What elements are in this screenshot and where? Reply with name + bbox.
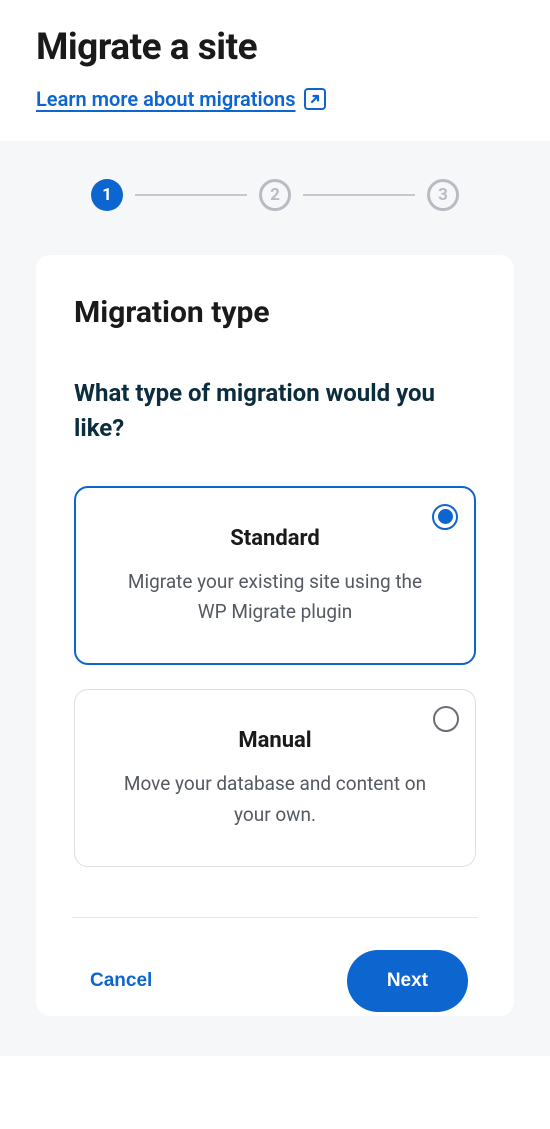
radio-indicator	[432, 504, 458, 530]
option-manual[interactable]: Manual Move your database and content on…	[74, 689, 476, 867]
migration-card: Migration type What type of migration wo…	[36, 255, 514, 1016]
header: Migrate a site Learn more about migratio…	[0, 0, 550, 141]
stepper-connector	[135, 194, 247, 196]
option-title: Manual	[111, 728, 439, 753]
card-title: Migration type	[74, 295, 476, 330]
step-1: 1	[91, 179, 123, 211]
option-desc: Migrate your existing site using the WP …	[112, 567, 438, 628]
stepper-connector	[303, 194, 415, 196]
option-title: Standard	[112, 526, 438, 551]
card-question: What type of migration would you like?	[74, 376, 476, 446]
radio-indicator	[433, 706, 459, 732]
step-3: 3	[427, 179, 459, 211]
next-button[interactable]: Next	[347, 950, 468, 1012]
step-2: 2	[259, 179, 291, 211]
card-footer: Cancel Next	[72, 917, 478, 1016]
content-area: 1 2 3 Migration type What type of migrat…	[0, 141, 550, 1056]
external-link-icon	[304, 88, 326, 110]
option-desc: Move your database and content on your o…	[111, 769, 439, 830]
learn-more-text: Learn more about migrations	[36, 87, 296, 111]
learn-more-link[interactable]: Learn more about migrations	[36, 87, 326, 111]
stepper: 1 2 3	[36, 179, 514, 211]
cancel-button[interactable]: Cancel	[82, 956, 160, 1006]
option-standard[interactable]: Standard Migrate your existing site usin…	[74, 486, 476, 666]
page-title: Migrate a site	[36, 26, 514, 69]
options-group: Standard Migrate your existing site usin…	[74, 486, 476, 868]
